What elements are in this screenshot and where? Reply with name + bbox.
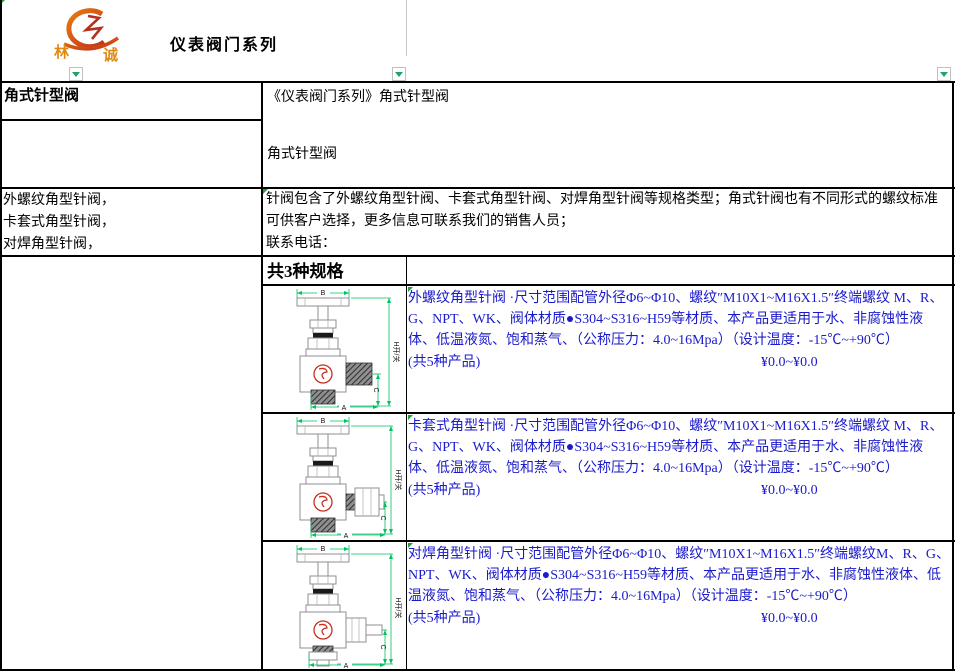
logo-glyph — [86, 16, 101, 39]
dim-label-top: B — [321, 418, 326, 425]
description-cell[interactable]: 针阀包含了外螺纹角型针阀、卡套式角型针阀、对焊角型针阀等规格类型；角式针阀也有不… — [266, 189, 950, 255]
filter-dropdown-middle[interactable] — [392, 67, 406, 81]
series-title-cell[interactable]: 《仪表阀门系列》角式针型阀 — [267, 86, 449, 106]
valve-drawing-ferrule: B H开/关 C A — [263, 414, 406, 540]
chevron-down-icon — [72, 72, 80, 77]
dim-label-right: H开/关 — [394, 470, 403, 491]
product-count: (共5种产品) — [408, 483, 480, 498]
valve-drawing-external-thread: B H开/关 C A — [263, 286, 406, 412]
dim-label-top: B — [321, 546, 326, 553]
border-table-top — [0, 81, 955, 83]
product-price: ¥0.0~¥0.0 — [761, 480, 818, 501]
variant-item: 外螺纹角型针阀， — [3, 190, 115, 212]
variant-item: 卡套式角型针阀， — [3, 212, 115, 234]
chevron-down-icon — [940, 72, 948, 77]
dim-label-side: C — [379, 644, 386, 649]
dim-label-bottom: A — [342, 405, 347, 412]
product-description-cell: 卡套式角型针阀 ·尺寸范围配管外径Φ6~Φ10、螺纹″M10X1~M16X1.5… — [408, 416, 950, 501]
variant-item: 对焊角型针阀， — [3, 234, 115, 256]
chevron-down-icon — [395, 72, 403, 77]
left-heading-cell[interactable]: 角式针型阀 — [4, 84, 79, 105]
filter-dropdown-right[interactable] — [937, 67, 951, 81]
valve-drawing-butt-weld: B H开/关 C — [263, 542, 406, 670]
border-row3 — [0, 255, 955, 257]
dim-label-right: H开/关 — [392, 342, 401, 363]
product-price: ¥0.0~¥0.0 — [761, 352, 818, 373]
dim-label-top: B — [321, 290, 326, 297]
product-row-ferrule[interactable]: B H开/关 C A — [262, 413, 953, 540]
product-description-cell: 外螺纹角型针阀 ·尺寸范围配管外径Φ6~Φ10、螺纹″M10X1~M16X1.5… — [408, 288, 950, 373]
product-row-external-thread[interactable]: B H开/关 C A — [262, 285, 953, 412]
logo-char-right: 诚 — [103, 46, 118, 64]
spec-count-heading[interactable]: 共3种规格 — [267, 257, 344, 282]
dim-label-bottom: A — [344, 533, 349, 540]
product-description: 对焊角型针阀 ·尺寸范围配管外径Φ6~Φ10、螺纹″M10X1~M16X1.5″… — [408, 544, 950, 607]
brand-logo: 林 诚 — [48, 4, 124, 64]
product-count: (共5种产品) — [408, 611, 480, 626]
product-count: (共5种产品) — [408, 355, 480, 370]
border-left — [0, 0, 2, 671]
filter-dropdown-left[interactable] — [69, 67, 83, 81]
logo-char-left: 林 — [54, 43, 70, 61]
dim-label-right: H开/关 — [394, 598, 403, 619]
product-price: ¥0.0~¥0.0 — [761, 608, 818, 629]
border-row1-left — [0, 119, 262, 121]
variant-list-cell[interactable]: 外螺纹角型针阀， 卡套式角型针阀， 对焊角型针阀， — [3, 190, 115, 256]
subtitle-cell[interactable]: 角式针型阀 — [267, 143, 337, 163]
description-text: 针阀包含了外螺纹角型针阀、卡套式角型针阀、对焊角型针阀等规格类型；角式针阀也有不… — [266, 189, 950, 233]
dim-label-side: C — [372, 387, 379, 392]
page-title: 仪表阀门系列 — [170, 31, 278, 55]
dim-label-bottom: A — [344, 663, 349, 670]
product-description-cell: 对焊角型针阀 ·尺寸范围配管外径Φ6~Φ10、螺纹″M10X1~M16X1.5″… — [408, 544, 950, 629]
product-description: 外螺纹角型针阀 ·尺寸范围配管外径Φ6~Φ10、螺纹″M10X1~M16X1.5… — [408, 288, 950, 351]
gridline-header — [406, 0, 407, 56]
product-row-butt-weld[interactable]: B H开/关 C — [262, 541, 953, 669]
product-description: 卡套式角型针阀 ·尺寸范围配管外径Φ6~Φ10、螺纹″M10X1~M16X1.5… — [408, 416, 950, 479]
phone-label: 联系电话： — [266, 233, 950, 255]
catalog-page: 林 诚 仪表阀门系列 角式针型阀 外螺纹角型针阀， 卡套式角型针阀， 对焊角型针… — [0, 0, 955, 671]
dim-label-side: C — [379, 515, 386, 520]
